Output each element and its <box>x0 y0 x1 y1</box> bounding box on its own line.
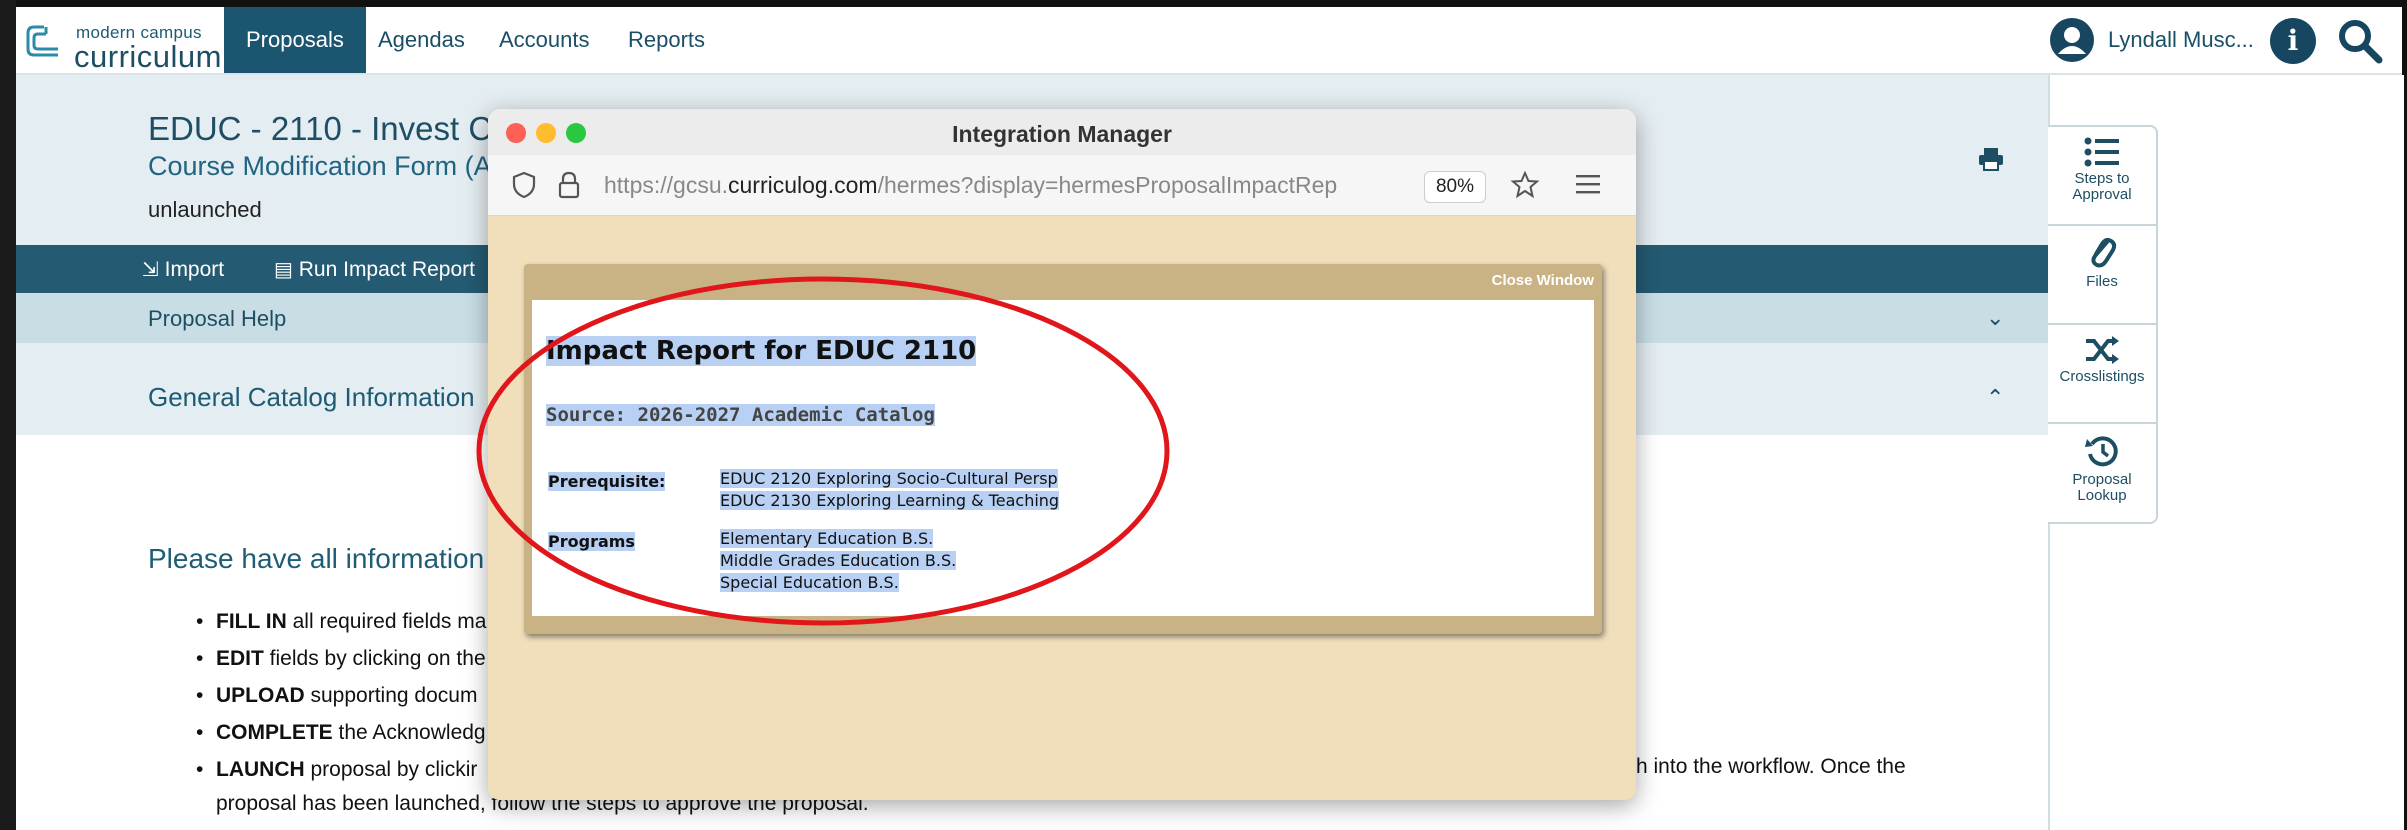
bullet-keyword: EDIT <box>216 647 264 670</box>
info-icon[interactable]: i <box>2270 18 2316 64</box>
user-name[interactable]: Lyndall Musc... <box>2108 27 2254 53</box>
steps-to-approval-button[interactable]: Steps to Approval <box>2048 125 2158 227</box>
document-icon: ▤ <box>274 259 293 281</box>
import-icon: ⇲ <box>142 259 159 281</box>
bullet-text: the Acknowledg <box>332 721 486 744</box>
url-bar[interactable]: https://gcsu.curriculog.com/hermes?displ… <box>488 155 1636 216</box>
top-navigation: modern campus curriculum Proposals Agend… <box>16 7 2402 75</box>
menu-icon[interactable] <box>1576 174 1600 194</box>
url-field[interactable]: https://gcsu.curriculog.com/hermes?displ… <box>604 172 1404 199</box>
history-icon <box>2085 436 2118 467</box>
avatar[interactable] <box>2050 18 2094 62</box>
close-window-link[interactable]: Close Window <box>1492 272 1594 289</box>
crosslistings-button[interactable]: Crosslistings <box>2048 323 2158 425</box>
chevron-down-icon[interactable]: ⌄ <box>1986 305 2004 331</box>
bullet-text: fields by clicking on the <box>263 647 486 670</box>
url-prefix: https://gcsu. <box>604 172 729 198</box>
nav-tab-agendas[interactable]: Agendas <box>356 7 487 73</box>
search-icon[interactable] <box>2336 17 2384 65</box>
zoom-level[interactable]: 80% <box>1424 171 1486 203</box>
list-icon <box>2084 137 2119 167</box>
bullet-keyword: FILL IN <box>216 610 287 633</box>
logo-wordmark: curriculum <box>74 39 222 74</box>
rail-label: Files <box>2086 273 2118 290</box>
url-path: /hermes?display=hermesProposalImpactRep <box>877 172 1338 198</box>
nav-tab-proposals[interactable]: Proposals <box>224 7 366 73</box>
rail-label: Steps to Approval <box>2072 170 2132 203</box>
proposal-help-label: Proposal Help <box>148 306 287 331</box>
rail-label: Crosslistings <box>2059 368 2145 385</box>
rail-label: Proposal Lookup <box>2072 471 2132 504</box>
window-title: Integration Manager <box>952 121 1172 147</box>
lock-icon <box>558 171 580 199</box>
shield-icon[interactable] <box>512 171 536 199</box>
run-impact-report-button[interactable]: ▤ Run Impact Report <box>274 257 475 282</box>
instructions-heading: Please have all information for <box>148 543 525 574</box>
screen-frame-top <box>0 0 2407 7</box>
nav-tab-reports[interactable]: Reports <box>606 7 727 73</box>
nav-tab-accounts[interactable]: Accounts <box>477 7 612 73</box>
section-general-catalog[interactable]: General Catalog Information <box>148 382 475 413</box>
bullet-keyword: LAUNCH <box>216 758 305 781</box>
print-icon[interactable] <box>1978 147 2004 171</box>
chevron-up-icon[interactable]: ⌃ <box>1986 385 2004 411</box>
import-button[interactable]: ⇲ Import <box>142 257 224 282</box>
files-button[interactable]: Files <box>2048 224 2158 326</box>
bullet-text: proposal by clickir <box>304 758 478 781</box>
run-impact-label: Run Impact Report <box>298 258 475 281</box>
bookmark-star-icon[interactable] <box>1510 171 1540 199</box>
url-domain: curriculog.com <box>728 172 878 198</box>
annotation-ellipse <box>476 276 1170 626</box>
bullet-text: all required fields ma <box>286 610 487 633</box>
paperclip-icon <box>2091 238 2117 268</box>
user-icon <box>2058 27 2086 54</box>
logo[interactable]: modern campus curriculum <box>24 17 234 74</box>
bullet-keyword: COMPLETE <box>216 721 333 744</box>
logo-icon <box>26 25 58 57</box>
import-label: Import <box>164 258 225 281</box>
proposal-lookup-button[interactable]: Proposal Lookup <box>2048 422 2158 524</box>
bullet-text: supporting docum <box>304 684 478 707</box>
screen-frame-left <box>0 0 16 830</box>
proposal-status: unlaunched <box>148 197 262 222</box>
bullet-text-tail: h into the workflow. Once the <box>1636 755 1906 778</box>
shuffle-icon <box>2086 336 2119 364</box>
form-name: Course Modification Form (Ap <box>148 151 507 181</box>
window-titlebar[interactable]: Integration Manager <box>488 109 1636 156</box>
bullet-keyword: UPLOAD <box>216 684 305 707</box>
